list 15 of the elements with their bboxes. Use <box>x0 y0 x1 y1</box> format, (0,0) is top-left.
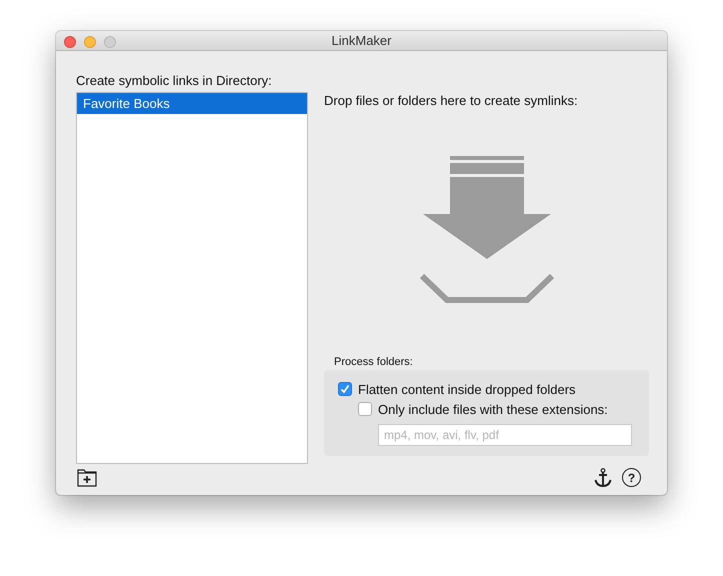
directory-item[interactable]: Favorite Books <box>77 93 307 114</box>
checkbox-label: Only include files with these extensions: <box>378 402 608 417</box>
add-folder-icon[interactable] <box>77 468 97 487</box>
checkbox-label: Flatten content inside dropped folders <box>358 382 576 397</box>
window-title: LinkMaker <box>332 33 392 48</box>
close-button[interactable] <box>64 36 76 48</box>
checkbox[interactable] <box>338 382 352 396</box>
checkbox[interactable] <box>358 402 372 416</box>
anchor-icon[interactable] <box>594 468 612 488</box>
group-label: Process folders: <box>334 356 414 370</box>
directory-label: Create symbolic links in Directory: <box>76 73 273 90</box>
help-button[interactable]: ? <box>622 468 641 488</box>
drop-label: Drop files or folders here to create symlinks: <box>324 93 579 110</box>
minimize-button[interactable] <box>84 36 96 48</box>
extensions-field[interactable]: mp4, mov, avi, flv, pdf <box>378 424 632 446</box>
